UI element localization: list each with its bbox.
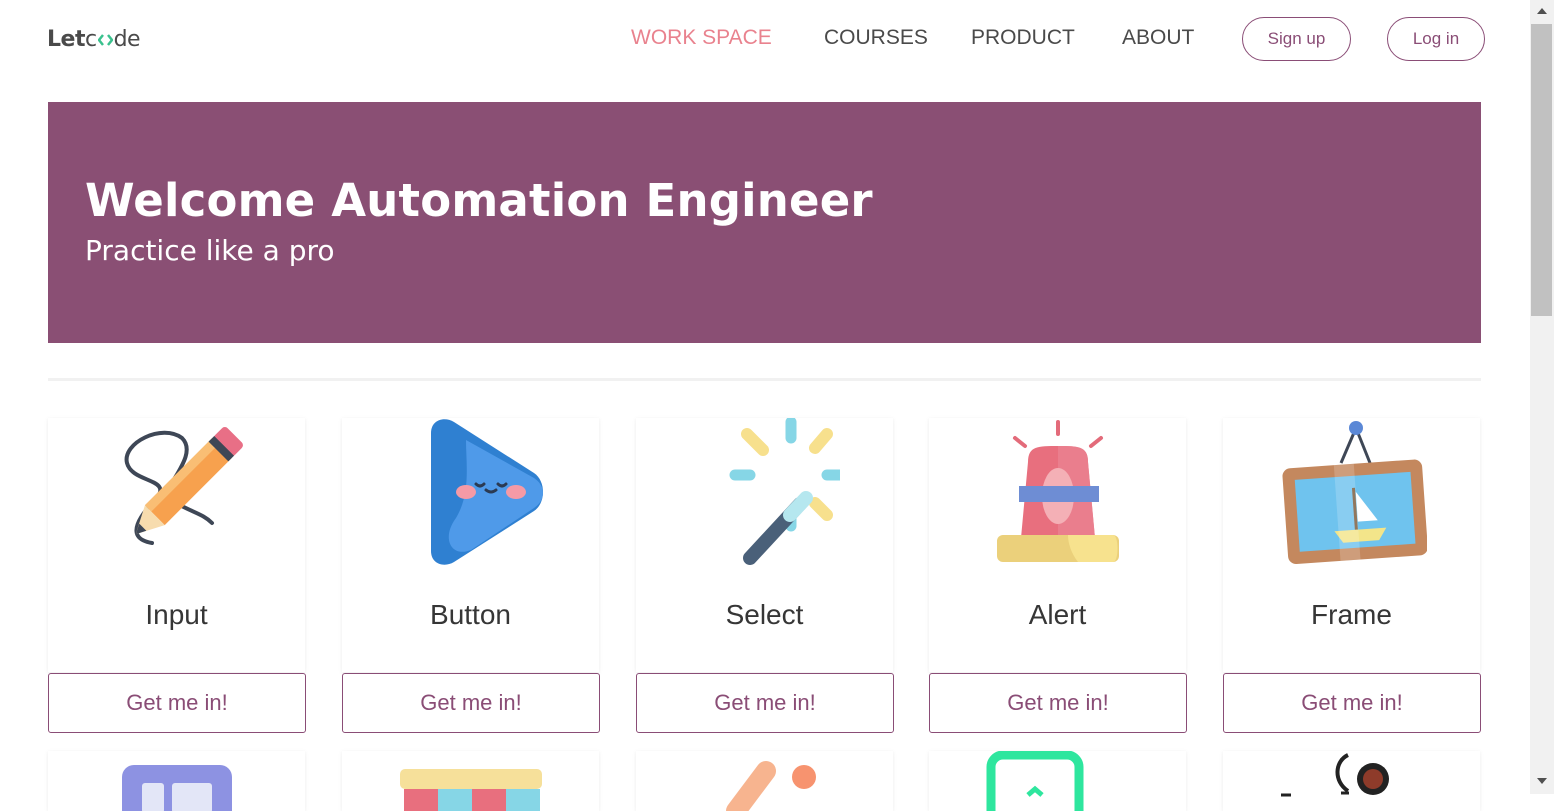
navbar: Letc de WORK SPACE COURSES PRODUCT ABOUT … [0, 0, 1530, 80]
card-row2-4 [929, 751, 1186, 811]
card-select: Select [636, 418, 893, 672]
card-row2-1 [48, 751, 305, 811]
logo-letter-c: c [84, 27, 97, 52]
divider [48, 378, 1481, 381]
card-title-select: Select [725, 599, 804, 630]
mouse-gear-icon [1281, 753, 1389, 797]
card-row2-3 [636, 751, 893, 811]
card-button: Button [342, 418, 599, 672]
hero-banner: Welcome Automation Engineer Practice lik… [48, 102, 1481, 343]
card-row2-5 [1223, 751, 1480, 811]
frame-icon [1281, 421, 1427, 565]
card-input: Input [48, 418, 305, 672]
card-frame: Frame [1223, 418, 1480, 672]
brand-logo[interactable]: Letc de [47, 27, 141, 52]
magic-wand-icon [729, 418, 840, 565]
select-get-me-in-button[interactable]: Get me in! [636, 673, 894, 733]
card-title-input: Input [145, 599, 208, 630]
code-brackets-icon [97, 34, 113, 46]
nav-courses[interactable]: COURSES [824, 26, 928, 50]
scroll-down-arrow-icon[interactable] [1537, 778, 1547, 784]
play-icon [430, 419, 543, 565]
input-get-me-in-button[interactable]: Get me in! [48, 673, 306, 733]
nav-product[interactable]: PRODUCT [971, 26, 1075, 50]
logo-text-de: de [113, 27, 141, 52]
checkbox-icon [986, 751, 1084, 811]
signup-button[interactable]: Sign up [1242, 17, 1351, 61]
page-scrollbar[interactable] [1530, 0, 1554, 794]
card-title-frame: Frame [1311, 599, 1392, 630]
logo-text-let: Let [47, 27, 85, 52]
button-get-me-in-button[interactable]: Get me in! [342, 673, 600, 733]
pencil-icon [124, 427, 243, 545]
siren-icon [996, 420, 1119, 562]
hero-title: Welcome Automation Engineer [85, 174, 873, 227]
alert-get-me-in-button[interactable]: Get me in! [929, 673, 1187, 733]
nav-about[interactable]: ABOUT [1122, 26, 1194, 50]
hand-drag-icon [726, 761, 816, 811]
store-awning-icon [400, 769, 542, 811]
card-title-button: Button [430, 599, 511, 630]
frame-get-me-in-button[interactable]: Get me in! [1223, 673, 1481, 733]
scroll-thumb[interactable] [1531, 24, 1552, 316]
login-button[interactable]: Log in [1387, 17, 1485, 61]
card-title-alert: Alert [1028, 599, 1087, 630]
card-alert: Alert [929, 418, 1186, 672]
scroll-up-arrow-icon[interactable] [1537, 8, 1547, 14]
hero-subtitle: Practice like a pro [85, 234, 335, 267]
card-row2-2 [342, 751, 599, 811]
nav-work-space[interactable]: WORK SPACE [631, 26, 772, 50]
ui-window-icon [122, 765, 232, 811]
